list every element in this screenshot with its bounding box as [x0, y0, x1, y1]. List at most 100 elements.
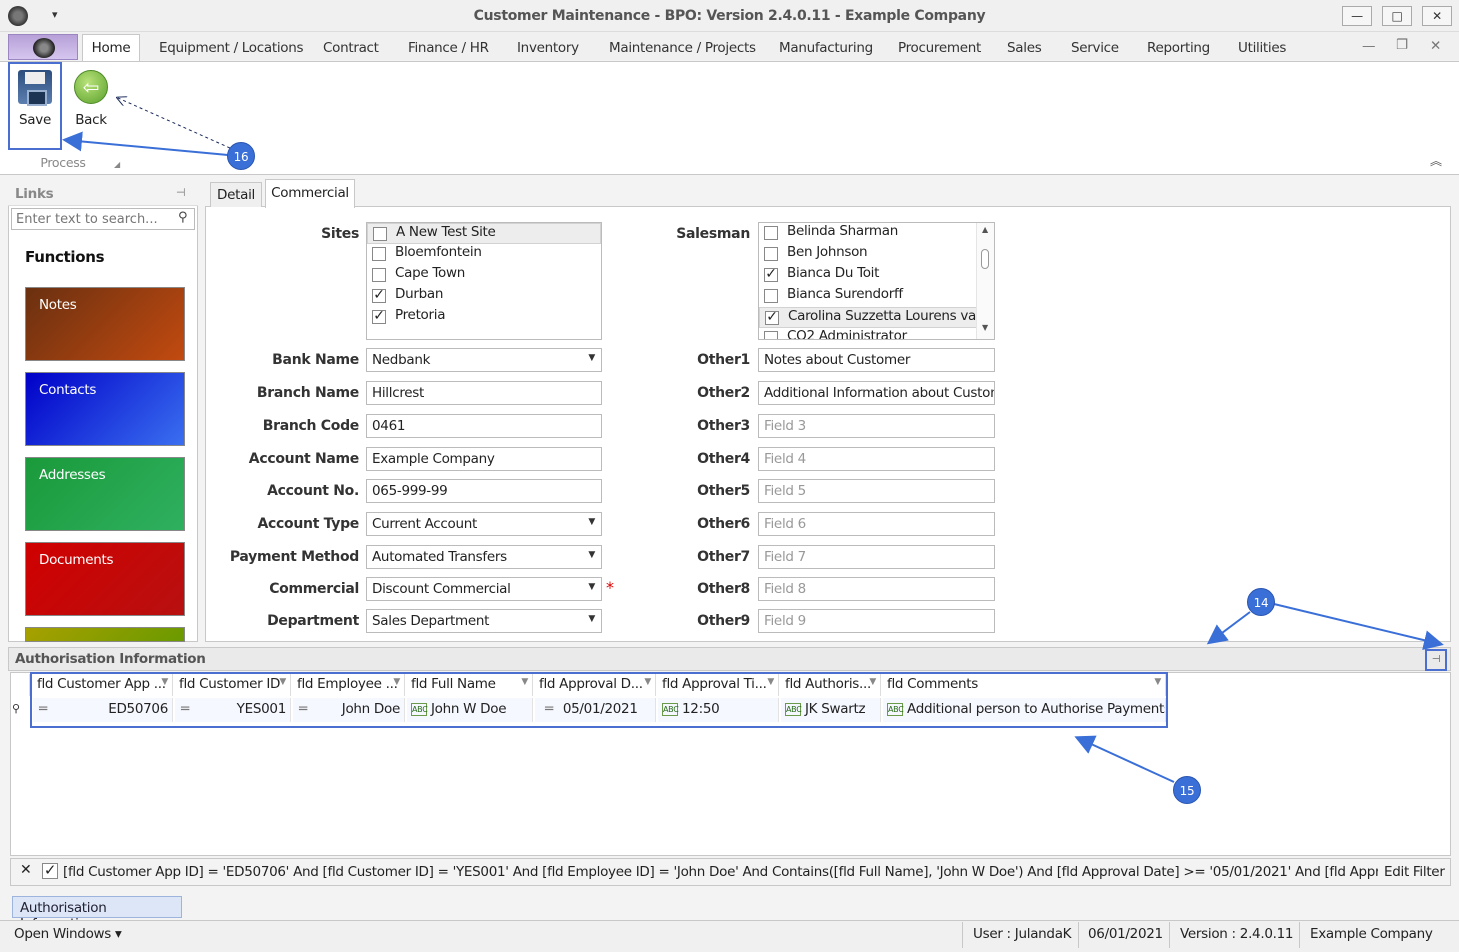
payment-method-select[interactable]: Automated Transfers ▼: [366, 545, 602, 569]
salesman-checkbox[interactable]: [764, 247, 778, 261]
site-checkbox[interactable]: ✓: [372, 309, 386, 324]
ribbon-tab-utilities[interactable]: Utilities: [1238, 40, 1286, 56]
account-no-field[interactable]: 065-999-99: [366, 479, 602, 503]
status-date: 06/01/2021: [1088, 926, 1163, 942]
ribbon-tab-equipment-locations[interactable]: Equipment / Locations: [159, 40, 304, 56]
ribbon-tab-manufacturing[interactable]: Manufacturing: [779, 40, 873, 56]
function-tile-documents[interactable]: Documents: [25, 542, 185, 616]
salesman-checkbox[interactable]: [764, 226, 778, 240]
group-launcher-icon[interactable]: ◢: [114, 160, 120, 169]
other2-value: Additional Information about Custome: [764, 385, 995, 401]
other2-field[interactable]: Additional Information about Custome: [758, 381, 995, 405]
branch-name-field[interactable]: Hillcrest: [366, 381, 602, 405]
salesman-item[interactable]: ✓ Bianca Du Toit: [759, 265, 994, 286]
mdi-minimize-icon[interactable]: —: [1362, 38, 1376, 54]
other8-field[interactable]: Field 8: [758, 577, 995, 601]
site-item[interactable]: Bloemfontein: [367, 244, 601, 265]
salesman-item[interactable]: Bianca Surendorff: [759, 286, 994, 307]
bank-name-select[interactable]: Nedbank ▼: [366, 348, 602, 372]
filter-enabled-checkbox[interactable]: ✓: [42, 863, 58, 879]
site-item[interactable]: ✓ Durban: [367, 286, 601, 307]
other6-field[interactable]: Field 6: [758, 512, 995, 536]
other3-field[interactable]: Field 3: [758, 414, 995, 438]
salesman-listbox[interactable]: Belinda Sharman Ben Johnson ✓ Bianca Du Toi…: [758, 222, 995, 340]
save-label: Save: [19, 112, 51, 128]
scroll-thumb[interactable]: [981, 249, 989, 269]
ribbon-tab-home[interactable]: Home: [82, 34, 140, 62]
other4-label: Other4: [697, 451, 750, 467]
functions-heading: Functions: [25, 248, 105, 266]
salesman-checkbox[interactable]: [764, 289, 778, 303]
tab-detail[interactable]: Detail: [210, 182, 262, 207]
salesman-item[interactable]: ✓ Carolina Suzzetta Lourens var: [759, 307, 994, 328]
maximize-button[interactable]: □: [1382, 6, 1412, 26]
collapse-ribbon-icon[interactable]: ︽: [1430, 152, 1442, 169]
account-name-value: Example Company: [372, 451, 495, 467]
auth-pin-icon[interactable]: ⊣: [1425, 649, 1447, 671]
back-arrow-icon[interactable]: ⇦: [74, 70, 108, 104]
floppy-disk-icon: [18, 70, 52, 106]
salesman-checkbox[interactable]: ✓: [765, 310, 779, 325]
site-checkbox[interactable]: [372, 247, 386, 261]
ribbon-tab-contract[interactable]: Contract: [323, 40, 379, 56]
other8-label: Other8: [697, 581, 750, 597]
site-checkbox[interactable]: [372, 268, 386, 282]
scroll-down-icon[interactable]: ▼: [982, 323, 988, 332]
ribbon-tab-sales[interactable]: Sales: [1007, 40, 1042, 56]
other9-field[interactable]: Field 9: [758, 609, 995, 633]
pin-icon[interactable]: ⊣: [176, 186, 186, 199]
site-item[interactable]: ✓ Pretoria: [367, 307, 601, 328]
search-icon[interactable]: ⚲: [178, 210, 188, 225]
ribbon-tab-inventory[interactable]: Inventory: [517, 40, 579, 56]
salesman-scrollbar[interactable]: ▲ ▼: [976, 223, 994, 339]
salesman-checkbox[interactable]: ✓: [764, 267, 778, 282]
commercial-label: Commercial: [269, 581, 359, 597]
ribbon-tab-maintenance-projects[interactable]: Maintenance / Projects: [609, 40, 756, 56]
other4-field[interactable]: Field 4: [758, 447, 995, 471]
site-checkbox[interactable]: [373, 227, 387, 241]
department-label: Department: [267, 613, 359, 629]
commercial-select[interactable]: Discount Commercial ▼: [366, 577, 602, 601]
auth-dock-tab[interactable]: Authorisation Information: [12, 896, 182, 932]
site-item[interactable]: Cape Town: [367, 265, 601, 286]
account-name-field[interactable]: Example Company: [366, 447, 602, 471]
account-no-value: 065-999-99: [372, 483, 448, 499]
app-menu-logo-icon: [33, 38, 55, 58]
ribbon-tab-service[interactable]: Service: [1071, 40, 1119, 56]
other5-field[interactable]: Field 5: [758, 479, 995, 503]
site-item[interactable]: A New Test Site: [367, 223, 601, 244]
other9-label: Other9: [697, 613, 750, 629]
department-select[interactable]: Sales Department ▼: [366, 609, 602, 633]
auth-panel-title: Authorisation Information: [15, 651, 206, 667]
other8-value: Field 8: [764, 581, 806, 597]
scroll-up-icon[interactable]: ▲: [982, 225, 988, 234]
open-windows-menu[interactable]: Open Windows ▾: [14, 926, 122, 942]
minimize-button[interactable]: —: [1342, 6, 1372, 26]
close-button[interactable]: ✕: [1422, 6, 1452, 26]
site-checkbox[interactable]: ✓: [372, 288, 386, 303]
ribbon-tab-finance-hr[interactable]: Finance / HR: [408, 40, 489, 56]
function-tile-addresses[interactable]: Addresses: [25, 457, 185, 531]
function-tile-partial[interactable]: [25, 627, 185, 642]
ribbon-tab-procurement[interactable]: Procurement: [898, 40, 981, 56]
function-tile-contacts[interactable]: Contacts: [25, 372, 185, 446]
clear-filter-icon[interactable]: ✕: [20, 862, 32, 878]
application-menu-button[interactable]: [8, 34, 78, 60]
function-tile-notes[interactable]: Notes: [25, 287, 185, 361]
salesman-item[interactable]: Ben Johnson: [759, 244, 994, 265]
salesman-checkbox[interactable]: [764, 331, 778, 339]
salesman-item[interactable]: Belinda Sharman: [759, 223, 994, 244]
ribbon-tab-reporting[interactable]: Reporting: [1147, 40, 1210, 56]
account-type-select[interactable]: Current Account ▼: [366, 512, 602, 536]
links-search-input[interactable]: [11, 208, 195, 230]
other7-field[interactable]: Field 7: [758, 545, 995, 569]
edit-filter-button[interactable]: Edit Filter: [1384, 864, 1445, 880]
tab-commercial[interactable]: Commercial: [265, 179, 355, 208]
salesman-item[interactable]: CO2 Administrator: [759, 328, 994, 339]
back-button[interactable]: Back: [66, 112, 116, 128]
sites-listbox[interactable]: A New Test Site Bloemfontein Cape Town ✓ Dur…: [366, 222, 602, 340]
other1-field[interactable]: Notes about Customer: [758, 348, 995, 372]
branch-code-field[interactable]: 0461: [366, 414, 602, 438]
mdi-restore-icon[interactable]: ❐: [1396, 37, 1408, 53]
mdi-close-icon[interactable]: ✕: [1430, 38, 1441, 54]
